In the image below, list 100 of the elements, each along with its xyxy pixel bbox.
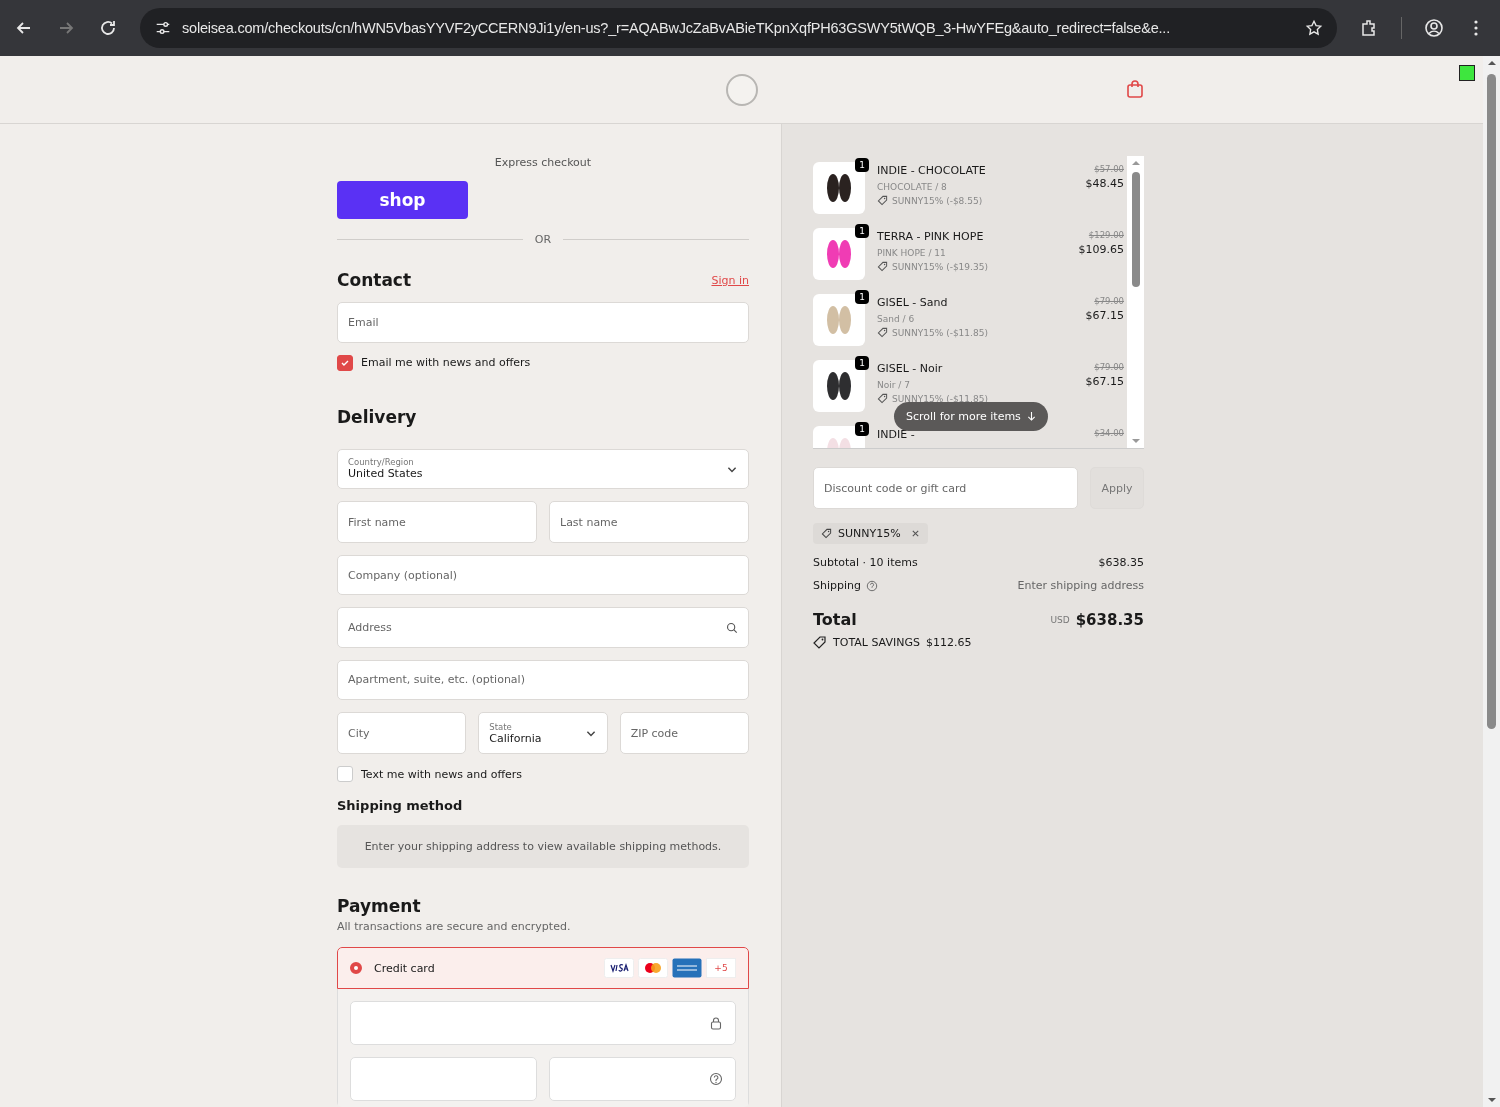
- state-select[interactable]: State California: [478, 712, 608, 755]
- scrollbar-thumb[interactable]: [1131, 172, 1140, 287]
- discount-label: SUNNY15% (-$19.35): [892, 261, 988, 272]
- subtotal-label: Subtotal · 10 items: [813, 556, 918, 569]
- help-icon[interactable]: [866, 579, 878, 592]
- product-name: GISEL - Sand: [877, 296, 949, 309]
- shipping-notice: Enter your shipping address to view available shipping methods.: [337, 825, 749, 869]
- item-price: $67.15: [1085, 375, 1124, 388]
- close-icon[interactable]: [910, 529, 920, 538]
- product-name: INDIE -: [877, 428, 916, 441]
- product-variant: PINK HOPE / 11: [877, 248, 947, 258]
- savings-label: TOTAL SAVINGS: [833, 635, 920, 649]
- divider-label: OR: [534, 233, 552, 247]
- subtotal-value: $638.35: [1098, 556, 1144, 569]
- tag-icon: [877, 327, 888, 338]
- profile-icon[interactable]: [1424, 18, 1444, 38]
- shopping-bag-icon[interactable]: [1126, 79, 1144, 99]
- more-cards-badge: +5: [706, 958, 736, 979]
- quantity-badge: 1: [855, 224, 869, 238]
- expiration-field[interactable]: [350, 1057, 537, 1102]
- scroll-up-icon[interactable]: [1130, 160, 1141, 166]
- scroll-down-icon[interactable]: [1486, 1097, 1497, 1103]
- item-price: $67.15: [1085, 309, 1124, 322]
- shop-pay-button[interactable]: shop: [337, 181, 468, 220]
- section-heading: Delivery: [337, 406, 418, 427]
- savings-value: $112.65: [925, 635, 972, 649]
- tag-icon: [821, 528, 832, 539]
- section-label: Express checkout: [493, 156, 593, 169]
- apply-button[interactable]: Apply: [1090, 467, 1144, 509]
- arrow-down-icon: [1026, 411, 1036, 422]
- discount-code-field[interactable]: Discount code or gift card: [813, 467, 1078, 509]
- country-select[interactable]: Country/Region United States: [337, 448, 749, 490]
- item-price: $109.65: [1078, 243, 1124, 256]
- tags-icon: [813, 635, 827, 649]
- original-price: $79.00: [1093, 362, 1124, 372]
- quantity-badge: 1: [855, 356, 869, 370]
- star-icon[interactable]: [1305, 19, 1323, 37]
- payment-subtitle: All transactions are secure and encrypted.: [337, 920, 572, 934]
- original-price: $79.00: [1093, 296, 1124, 306]
- section-heading: Shipping method: [337, 798, 464, 814]
- section-heading: Contact: [337, 270, 412, 291]
- checkbox[interactable]: [337, 766, 353, 783]
- radio-button[interactable]: [350, 962, 362, 975]
- last-name-field[interactable]: Last name: [549, 501, 749, 544]
- quantity-badge: 1: [855, 290, 869, 304]
- scroll-hint[interactable]: Scroll for more items: [894, 402, 1048, 431]
- product-name: INDIE - CHOCOLATE: [877, 164, 987, 177]
- scroll-down-icon[interactable]: [1130, 438, 1141, 444]
- payment-option[interactable]: Credit card +5: [337, 947, 749, 990]
- url-text: soleisea.com/checkouts/cn/hWN5VbasYYVF2yCCERN9Ji1y/en-us?_r=AQABwJcZaBvABieTKpnXqfPH63GSWY5tWQB_3-HwYFEg&auto_redirect=false&e...: [182, 20, 1171, 36]
- city-field[interactable]: City: [337, 712, 467, 755]
- security-code-field[interactable]: [549, 1057, 736, 1102]
- page-scrollbar[interactable]: [1483, 56, 1500, 1107]
- apartment-field[interactable]: Apartment, suite, etc. (optional): [337, 659, 749, 701]
- company-field[interactable]: Company (optional): [337, 555, 749, 596]
- visa-card-icon: [604, 958, 634, 979]
- address-field[interactable]: Address: [337, 607, 749, 648]
- scrollbar[interactable]: [1127, 156, 1144, 448]
- product-variant: Sand / 6: [877, 314, 916, 324]
- status-square-icon: [1459, 65, 1475, 81]
- address-bar[interactable]: soleisea.com/checkouts/cn/hWN5VbasYYVF2yCCERN9Ji1y/en-us?_r=AQABwJcZaBvABieTKpnXqfPH63GSWY5tWQB_3-HwYFEg&auto_redirect=false&e...: [140, 8, 1337, 48]
- sign-in-link[interactable]: Sign in: [711, 273, 749, 287]
- product-variant: CHOCOLATE / 8: [877, 182, 948, 192]
- card-number-field[interactable]: [350, 1001, 736, 1046]
- shipping-label: Shipping: [813, 579, 861, 592]
- lock-icon: [709, 1016, 723, 1031]
- discount-label: SUNNY15% (-$11.85): [892, 327, 988, 338]
- shipping-value: Enter shipping address: [1017, 579, 1144, 592]
- product-name: TERRA - PINK HOPE: [877, 230, 985, 243]
- section-heading: Payment: [337, 896, 422, 917]
- total-value: $638.35: [1075, 610, 1144, 629]
- discount-label: SUNNY15% (-$11.85): [892, 393, 988, 404]
- tag-icon: [877, 393, 888, 404]
- site-settings-icon[interactable]: [154, 19, 172, 37]
- reload-icon[interactable]: [98, 18, 118, 38]
- discount-code: SUNNY15%: [838, 527, 901, 540]
- original-price: $34.00: [1094, 428, 1124, 438]
- original-price: $129.00: [1087, 230, 1124, 240]
- product-name: GISEL - Noir: [877, 362, 944, 375]
- zip-code-field[interactable]: ZIP code: [619, 712, 749, 755]
- item-price: $48.45: [1085, 177, 1124, 190]
- search-icon[interactable]: [726, 621, 738, 634]
- total-label: Total: [813, 610, 857, 629]
- checkbox-label: Email me with news and offers: [361, 356, 531, 370]
- scroll-up-icon[interactable]: [1486, 60, 1497, 66]
- product-variant: Noir / 7: [877, 380, 911, 390]
- first-name-field[interactable]: First name: [337, 501, 537, 544]
- mastercard-icon: [638, 958, 668, 979]
- quantity-badge: 1: [855, 158, 869, 172]
- currency-label: USD: [1050, 614, 1070, 625]
- tag-icon: [877, 195, 888, 206]
- checkbox-label: Text me with news and offers: [361, 767, 523, 781]
- tag-icon: [877, 261, 888, 272]
- logo-icon[interactable]: [724, 72, 759, 107]
- scrollbar-thumb[interactable]: [1487, 74, 1496, 729]
- checkbox[interactable]: [337, 354, 353, 371]
- email-field[interactable]: Email: [337, 302, 749, 343]
- help-icon: [709, 1072, 723, 1087]
- quantity-badge: 1: [855, 422, 869, 436]
- discount-label: SUNNY15% (-$8.55): [892, 195, 983, 206]
